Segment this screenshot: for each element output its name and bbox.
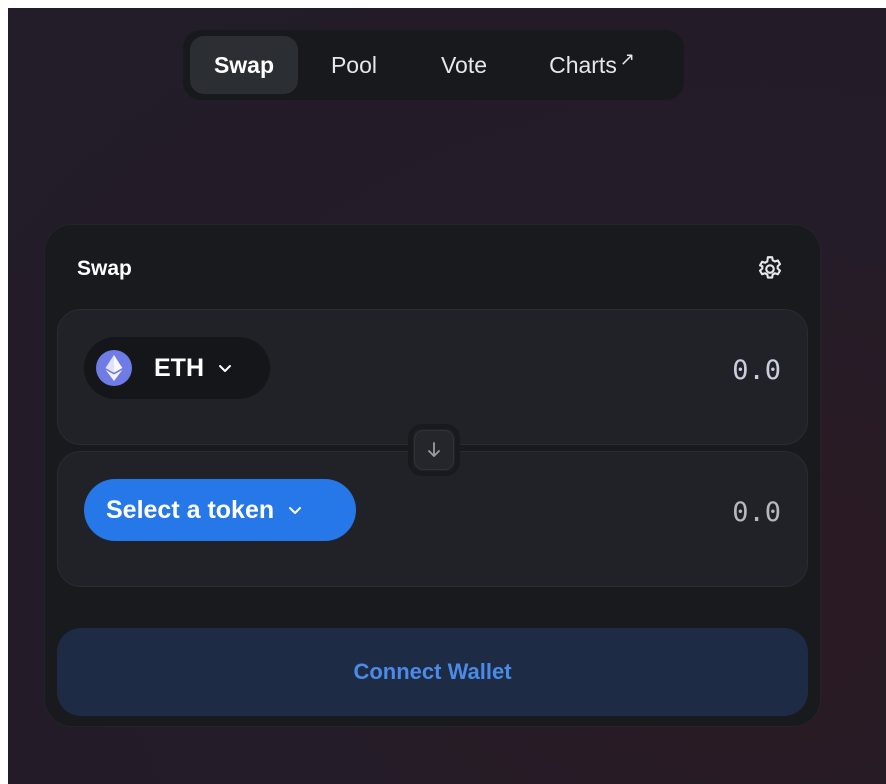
- swap-card: Swap ETH 0.0 Select a token 0.0 Connect …: [44, 224, 821, 727]
- output-amount-field[interactable]: [581, 492, 781, 532]
- input-amount-field[interactable]: [581, 350, 781, 390]
- input-token-selector[interactable]: ETH: [84, 337, 270, 399]
- chevron-down-icon: [288, 506, 302, 515]
- nav-vote-label: Vote: [440, 51, 488, 78]
- gear-icon: [758, 256, 782, 279]
- app-background: Swap Pool Vote Charts ↗ Swap ETH 0.0 Sel…: [8, 8, 886, 784]
- nav-charts[interactable]: Charts ↗: [522, 36, 662, 94]
- arrow-down-icon: [428, 442, 440, 457]
- input-token-symbol: ETH: [154, 353, 204, 382]
- nav-pool-label: Pool: [330, 51, 378, 78]
- settings-button[interactable]: [752, 251, 788, 287]
- nav-swap-label: Swap: [213, 51, 275, 78]
- switch-tokens-inner: [414, 430, 454, 470]
- select-token-button[interactable]: Select a token: [84, 479, 356, 541]
- select-token-label: Select a token: [106, 495, 275, 524]
- swap-card-title: Swap: [77, 257, 132, 280]
- nav-swap[interactable]: Swap: [190, 36, 298, 94]
- chevron-down-icon: [218, 364, 232, 373]
- nav-charts-label: Charts: [549, 51, 617, 78]
- connect-wallet-button[interactable]: Connect Wallet: [57, 628, 808, 716]
- switch-tokens-button[interactable]: [408, 424, 460, 476]
- nav-vote[interactable]: Vote: [410, 36, 518, 94]
- external-link-icon: ↗: [619, 48, 635, 69]
- ethereum-icon: [96, 350, 132, 386]
- connect-wallet-label: Connect Wallet: [353, 659, 512, 684]
- top-nav: Swap Pool Vote Charts ↗: [183, 30, 684, 100]
- nav-pool[interactable]: Pool: [302, 36, 406, 94]
